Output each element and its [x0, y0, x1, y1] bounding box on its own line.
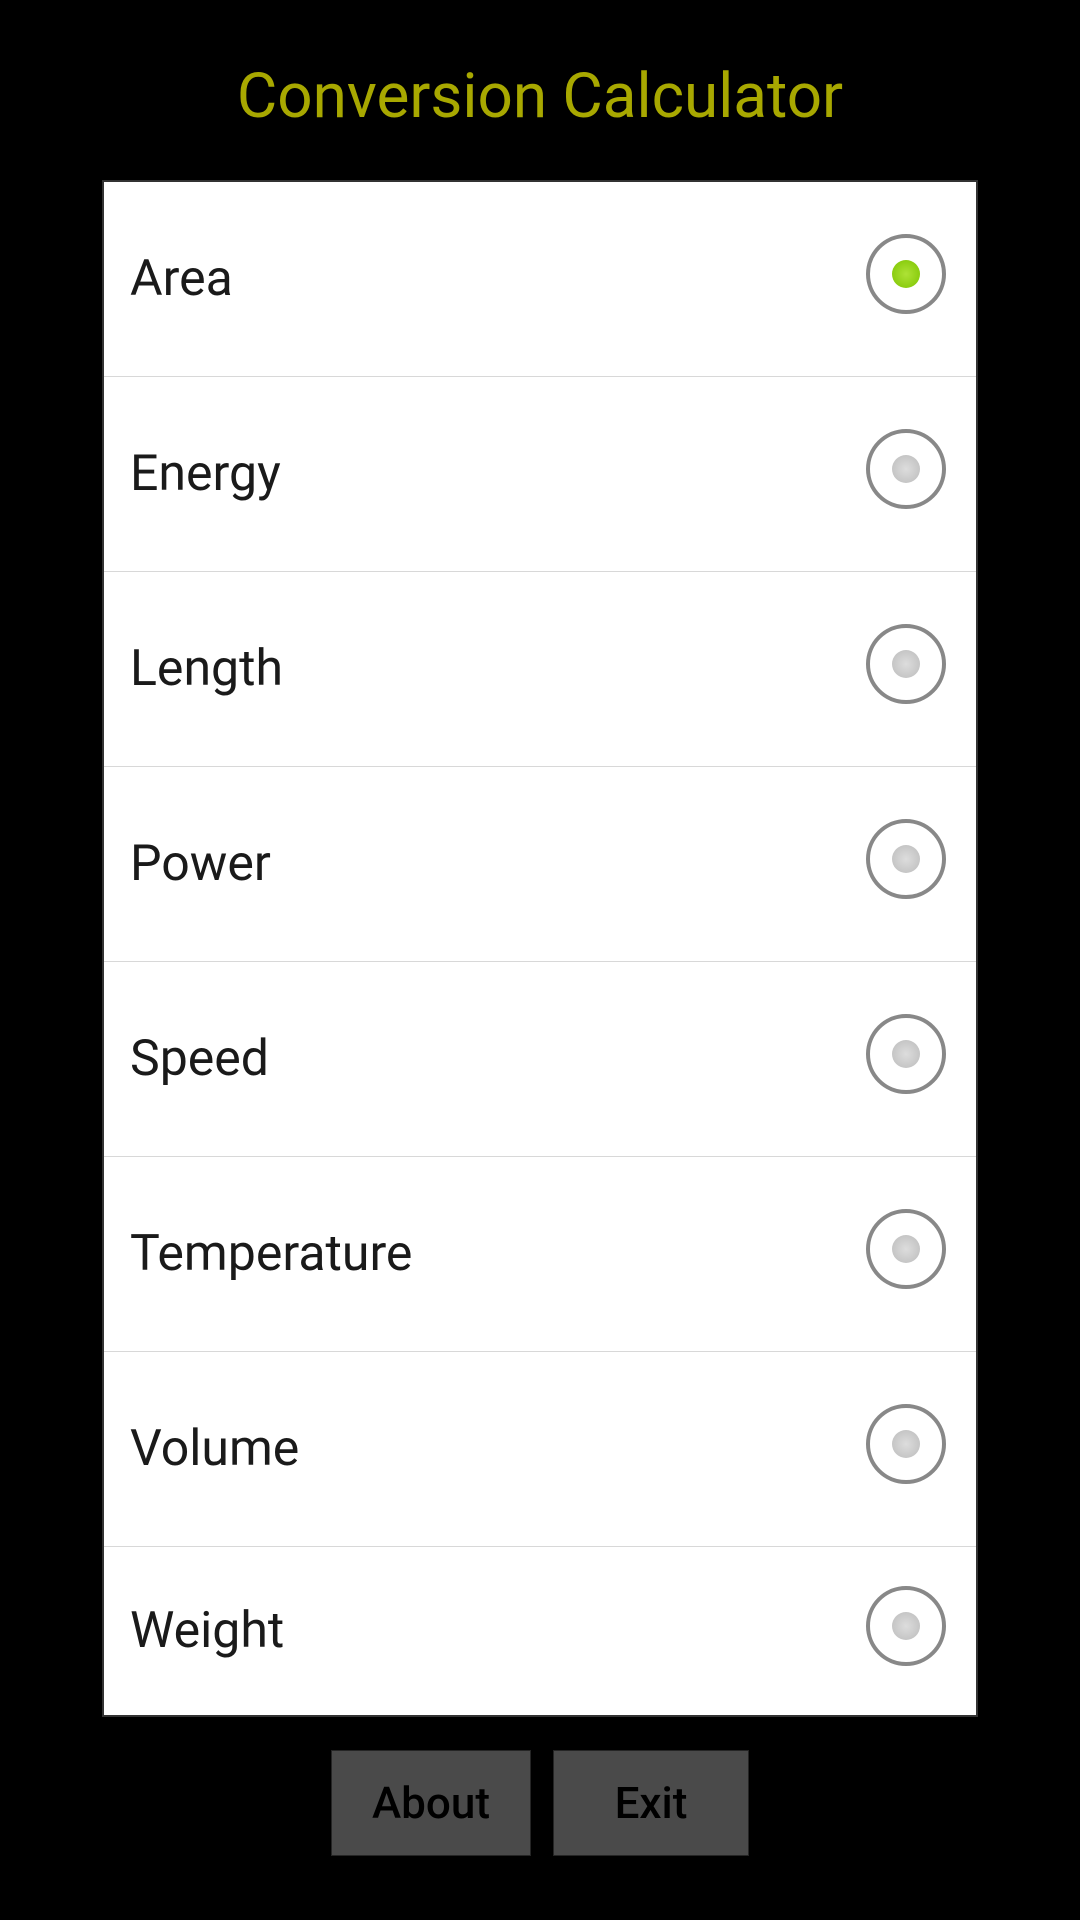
option-volume[interactable]: Volume [104, 1352, 976, 1547]
radio-icon [866, 624, 946, 704]
option-label: Area [130, 250, 233, 308]
option-temperature[interactable]: Temperature [104, 1157, 976, 1352]
option-label: Weight [130, 1602, 284, 1660]
option-speed[interactable]: Speed [104, 962, 976, 1157]
option-label: Length [130, 640, 283, 698]
radio-icon [866, 1586, 946, 1666]
radio-icon [866, 429, 946, 509]
radio-icon [866, 1209, 946, 1289]
radio-icon [866, 819, 946, 899]
radio-icon [866, 1014, 946, 1094]
option-label: Temperature [130, 1225, 412, 1283]
option-label: Energy [130, 445, 281, 503]
radio-icon [866, 1404, 946, 1484]
option-power[interactable]: Power [104, 767, 976, 962]
option-energy[interactable]: Energy [104, 377, 976, 572]
option-weight[interactable]: Weight [104, 1547, 976, 1715]
option-area[interactable]: Area [104, 182, 976, 377]
option-label: Volume [130, 1420, 299, 1478]
radio-icon [866, 234, 946, 314]
unit-type-dialog: Area Energy Length Power Speed Temperatu… [102, 180, 978, 1717]
option-label: Power [130, 835, 271, 893]
option-length[interactable]: Length [104, 572, 976, 767]
option-label: Speed [130, 1030, 269, 1088]
